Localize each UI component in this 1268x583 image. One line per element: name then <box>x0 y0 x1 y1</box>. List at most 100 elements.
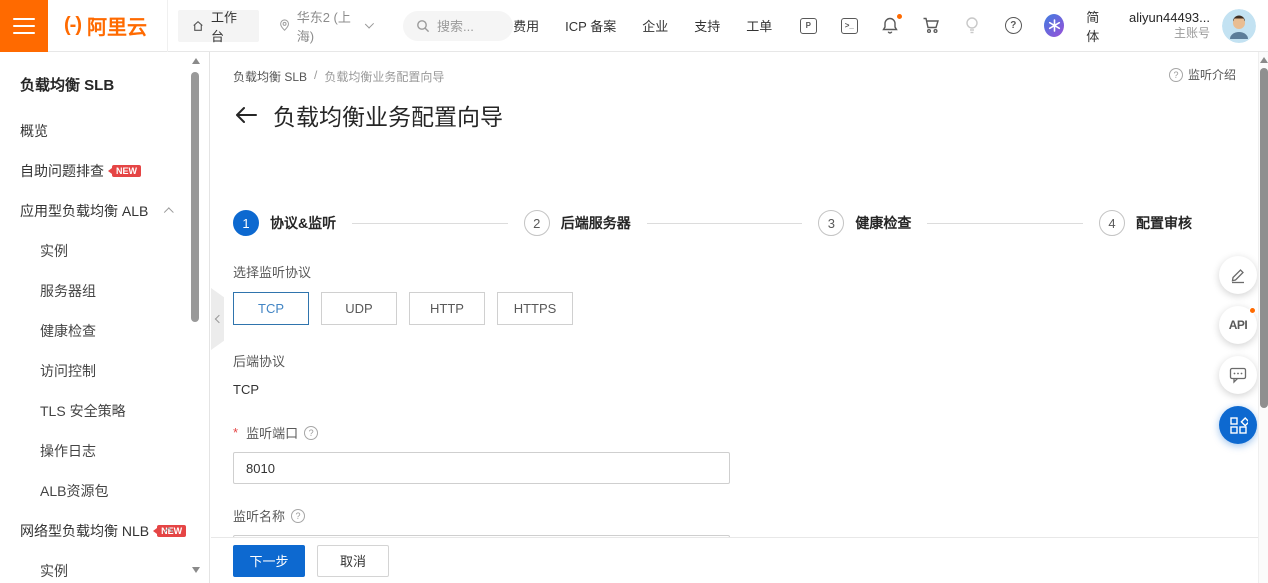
breadcrumb-separator: / <box>314 68 317 85</box>
language-switcher[interactable]: 简体 <box>1086 7 1109 45</box>
step-wizard: 1 协议&监听 2 后端服务器 3 健康检查 4 配置审核 <box>233 210 1192 236</box>
question-circle-icon: ? <box>1169 68 1183 82</box>
arrow-left-icon <box>235 106 257 124</box>
apps-grid-button[interactable] <box>1219 406 1257 444</box>
feedback-chat-button[interactable] <box>1219 356 1257 394</box>
avatar[interactable] <box>1222 9 1256 43</box>
step-2-backend[interactable]: 2 后端服务器 <box>524 210 631 236</box>
question-circle-icon[interactable]: ? <box>304 426 318 440</box>
main-scrollbar[interactable] <box>1258 52 1268 583</box>
step-1-protocol[interactable]: 1 协议&监听 <box>233 210 336 236</box>
sidebar-item-alb-instances[interactable]: 实例 <box>0 231 209 271</box>
wizard-footer: 下一步 取消 <box>211 537 1268 583</box>
step-4-review[interactable]: 4 配置审核 <box>1099 210 1192 236</box>
scroll-up-arrow[interactable] <box>1260 57 1268 63</box>
sidebar-scrollbar-thumb[interactable] <box>191 72 199 322</box>
scroll-down-arrow[interactable] <box>192 567 200 573</box>
topbar-nav: 费用 ICP 备案 企业 支持 工单 <box>513 16 772 35</box>
listener-port-label: * 监听端口 ? <box>233 423 730 442</box>
protocol-options: TCP UDP HTTP HTTPS <box>233 292 730 325</box>
location-pin-icon <box>279 18 290 33</box>
sidebar-item-alb-resource-pack[interactable]: ALB资源包 <box>0 471 209 511</box>
account-name: aliyun44493... <box>1129 10 1210 26</box>
chevron-up-icon <box>164 207 174 217</box>
lightbulb-icon[interactable] <box>962 16 982 36</box>
chevron-left-icon <box>215 315 223 323</box>
hamburger-menu-button[interactable] <box>0 0 48 52</box>
home-icon <box>192 19 204 33</box>
search-placeholder: 搜索... <box>437 16 474 35</box>
sidebar: 负载均衡 SLB 概览 自助问题排查 NEW 应用型负载均衡 ALB 实例 服务… <box>0 52 210 583</box>
sidebar-collapse-handle[interactable] <box>211 288 224 350</box>
backend-protocol-label: 后端协议 <box>233 351 730 370</box>
page-title: 负载均衡业务配置向导 <box>273 98 503 132</box>
nav-support[interactable]: 支持 <box>694 16 720 35</box>
cloud-shell-icon[interactable]: >_ <box>839 16 859 36</box>
protocol-https-button[interactable]: HTTPS <box>497 292 573 325</box>
help-icon[interactable]: ? <box>1003 16 1023 36</box>
step-connector <box>647 223 803 224</box>
sidebar-scrollbar[interactable] <box>191 58 200 573</box>
new-badge: NEW <box>112 165 141 177</box>
sidebar-item-operation-logs[interactable]: 操作日志 <box>0 431 209 471</box>
app-window: (-) 阿里云 工作台 华东2 (上海) 搜索... 费用 ICP 备案 企业 … <box>0 0 1268 583</box>
notification-bell-icon[interactable] <box>880 16 900 36</box>
sidebar-group-alb[interactable]: 应用型负载均衡 ALB <box>0 191 209 231</box>
sidebar-item-self-troubleshoot[interactable]: 自助问题排查 NEW <box>0 151 209 191</box>
api-icon: API <box>1229 318 1248 332</box>
app-tools-icon[interactable]: P <box>798 16 818 36</box>
main-content: 负载均衡 SLB / 负载均衡业务配置向导 ? 监听介绍 负载均衡业务配置向导 … <box>211 52 1268 583</box>
region-selector[interactable]: 华东2 (上海) <box>279 7 371 45</box>
sidebar-title: 负载均衡 SLB <box>0 52 209 111</box>
alibaba-cloud-logo[interactable]: (-) 阿里云 <box>48 11 167 40</box>
scroll-up-arrow[interactable] <box>192 58 200 64</box>
community-icon[interactable] <box>1044 16 1064 36</box>
listener-port-input[interactable] <box>233 452 730 484</box>
nav-tickets[interactable]: 工单 <box>746 16 772 35</box>
nav-billing[interactable]: 费用 <box>513 16 539 35</box>
sidebar-item-health-check[interactable]: 健康检查 <box>0 311 209 351</box>
step-connector <box>352 223 508 224</box>
cancel-button[interactable]: 取消 <box>317 545 389 577</box>
workbench-label: 工作台 <box>211 7 245 45</box>
protocol-select-label: 选择监听协议 <box>233 262 730 281</box>
sidebar-item-access-control[interactable]: 访问控制 <box>0 351 209 391</box>
cart-icon[interactable] <box>921 16 941 36</box>
notification-dot <box>896 13 903 20</box>
listener-intro-link[interactable]: ? 监听介绍 <box>1169 66 1236 83</box>
breadcrumb-slb[interactable]: 负载均衡 SLB <box>233 68 307 85</box>
topbar-icons: P >_ ? <box>798 16 1064 36</box>
top-bar: (-) 阿里云 工作台 华东2 (上海) 搜索... 费用 ICP 备案 企业 … <box>0 0 1268 52</box>
sidebar-item-nlb-instances[interactable]: 实例 <box>0 551 209 583</box>
account-menu[interactable]: aliyun44493... 主账号 <box>1129 10 1210 41</box>
nav-icp[interactable]: ICP 备案 <box>565 16 616 35</box>
listener-name-label: 监听名称 ? <box>233 506 730 525</box>
api-dot <box>1249 307 1256 314</box>
title-row: 负载均衡业务配置向导 <box>235 98 503 132</box>
protocol-udp-button[interactable]: UDP <box>321 292 397 325</box>
menu-icon <box>13 18 35 20</box>
search-input[interactable]: 搜索... <box>403 11 513 41</box>
next-step-button[interactable]: 下一步 <box>233 545 305 577</box>
floating-toolbar: API <box>1219 256 1257 444</box>
topbar-divider <box>167 0 168 52</box>
sidebar-item-server-groups[interactable]: 服务器组 <box>0 271 209 311</box>
logo-bracket-icon: (-) <box>64 14 81 37</box>
nav-enterprise[interactable]: 企业 <box>642 16 668 35</box>
breadcrumb-current: 负载均衡业务配置向导 <box>324 68 444 85</box>
question-circle-icon[interactable]: ? <box>291 509 305 523</box>
api-inspector-button[interactable]: API <box>1219 306 1257 344</box>
sidebar-item-overview[interactable]: 概览 <box>0 111 209 151</box>
breadcrumb: 负载均衡 SLB / 负载均衡业务配置向导 <box>233 68 444 85</box>
sidebar-group-nlb[interactable]: 网络型负载均衡 NLB NEW <box>0 511 209 551</box>
protocol-http-button[interactable]: HTTP <box>409 292 485 325</box>
workbench-button[interactable]: 工作台 <box>178 10 259 42</box>
back-button[interactable] <box>235 106 257 124</box>
required-mark: * <box>233 425 238 440</box>
step-3-healthcheck[interactable]: 3 健康检查 <box>818 210 911 236</box>
step-connector <box>927 223 1083 224</box>
protocol-tcp-button[interactable]: TCP <box>233 292 309 325</box>
feedback-pencil-button[interactable] <box>1219 256 1257 294</box>
main-scrollbar-thumb[interactable] <box>1260 68 1268 408</box>
sidebar-item-tls-policy[interactable]: TLS 安全策略 <box>0 391 209 431</box>
